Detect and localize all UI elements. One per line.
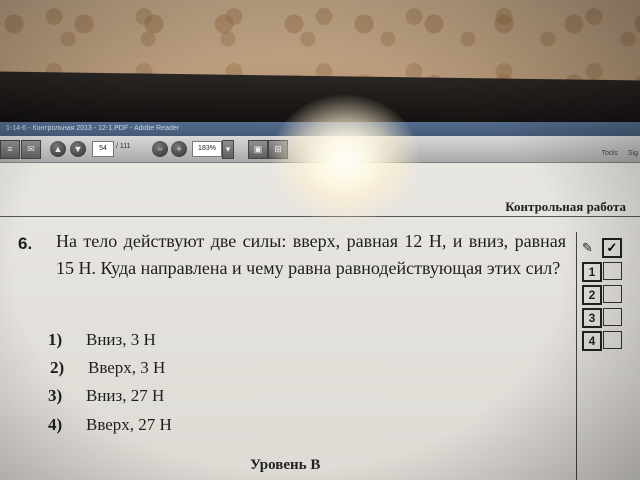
menu-icon[interactable]: ≡ xyxy=(0,140,20,159)
window-title: 1-14-6 - Контрольная 2013 - 12-1.PDF - A… xyxy=(0,122,640,136)
tools-menu[interactable]: Tools xyxy=(602,150,618,157)
reader-toolbar: ≡ ✉ ▲ ▼ 54 / 111 − + 183% ▾ ▣ ⊞ xyxy=(0,136,640,163)
answer-option-1: 1) Вниз, 3 Н xyxy=(48,330,156,349)
level-heading: Уровень B xyxy=(250,457,321,473)
page-number-input[interactable]: 54 xyxy=(92,141,114,157)
question-number: 6. xyxy=(18,234,33,253)
sign-menu[interactable]: Sig xyxy=(628,150,638,157)
margin-divider xyxy=(576,232,577,480)
page-total: / 111 xyxy=(116,143,131,150)
fit-page-icon[interactable]: ▣ xyxy=(248,140,268,159)
next-page-button[interactable]: ▼ xyxy=(70,141,86,157)
zoom-out-button[interactable]: − xyxy=(152,141,168,157)
fit-width-icon[interactable]: ⊞ xyxy=(268,140,288,159)
zoom-level-input[interactable]: 183% xyxy=(192,141,222,157)
header-divider xyxy=(0,216,640,217)
pencil-icon: ✎ xyxy=(582,240,593,255)
answer-option-3: 3) Вниз, 27 Н xyxy=(48,386,165,405)
answer-option-2: 2) Вверх, 3 Н xyxy=(50,358,166,377)
previous-page-button[interactable]: ▲ xyxy=(50,141,66,157)
mail-icon[interactable]: ✉ xyxy=(21,140,41,159)
checkbox-checked-icon: ✓ xyxy=(602,238,622,258)
page-header-title: Контрольная работа xyxy=(505,199,626,214)
answer-option-4: 4) Вверх, 27 Н xyxy=(48,415,172,434)
zoom-in-button[interactable]: + xyxy=(171,141,187,157)
zoom-dropdown-icon[interactable]: ▾ xyxy=(222,140,234,159)
question-text: На тело действуют две силы: вверх, равна… xyxy=(56,231,566,278)
